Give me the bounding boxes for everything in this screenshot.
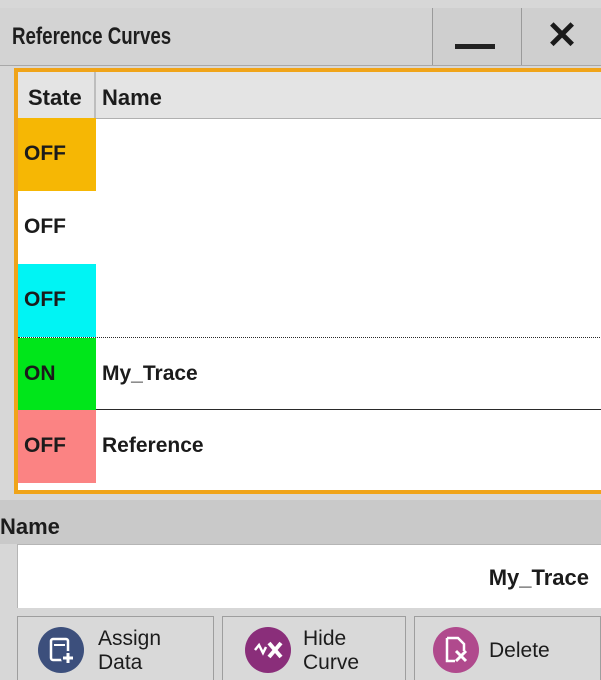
assign-data-label: Assign Data	[98, 627, 162, 674]
state-cell[interactable]: OFF	[18, 118, 96, 191]
name-input[interactable]: My_Trace	[17, 544, 601, 608]
hide-curve-label: Hide Curve	[303, 627, 360, 674]
name-input-value: My_Trace	[488, 565, 589, 590]
state-label: OFF	[24, 434, 66, 457]
state-cell[interactable]: ON	[18, 338, 96, 411]
hide-curve-button[interactable]: Hide Curve	[222, 616, 406, 680]
minimize-button[interactable]	[432, 8, 522, 65]
curve-name: Reference	[102, 434, 204, 457]
reference-curves-table: State Name OFF OFF OFF ON My_Trace OFF R…	[14, 68, 601, 494]
title-bar: Reference Curves ✕	[0, 8, 601, 66]
column-header-state: State	[28, 85, 82, 110]
column-divider	[94, 72, 96, 118]
delete-label: Delete	[489, 639, 550, 662]
state-cell[interactable]: OFF	[18, 264, 96, 337]
close-button[interactable]: ✕	[521, 8, 601, 65]
delete-icon	[433, 627, 479, 673]
close-icon: ✕	[546, 15, 578, 57]
state-label: OFF	[24, 215, 66, 238]
table-row[interactable]: OFF	[18, 191, 601, 264]
assign-data-button[interactable]: Assign Data	[17, 616, 214, 680]
window-title: Reference Curves	[12, 23, 172, 50]
state-label: OFF	[24, 142, 66, 165]
state-label: ON	[24, 362, 56, 385]
table-header: State Name	[18, 72, 601, 119]
curve-name: My_Trace	[102, 362, 198, 385]
delete-button[interactable]: Delete	[414, 616, 601, 680]
table-row[interactable]: OFF	[18, 118, 601, 191]
table-row[interactable]: OFF	[18, 264, 601, 337]
name-section-header: Name	[0, 500, 601, 544]
state-cell[interactable]: OFF	[18, 410, 96, 483]
name-label: Name	[0, 514, 60, 539]
table-row-selected[interactable]: ON My_Trace	[18, 337, 601, 411]
column-header-name: Name	[102, 85, 162, 110]
minimize-icon	[455, 44, 495, 49]
assign-data-icon	[38, 627, 84, 673]
table-row[interactable]: OFF Reference	[18, 410, 601, 483]
hide-curve-icon	[245, 627, 291, 673]
state-label: OFF	[24, 288, 66, 311]
state-cell[interactable]: OFF	[18, 191, 96, 264]
action-button-bar: Assign Data Hide Curve Delete	[0, 612, 601, 680]
